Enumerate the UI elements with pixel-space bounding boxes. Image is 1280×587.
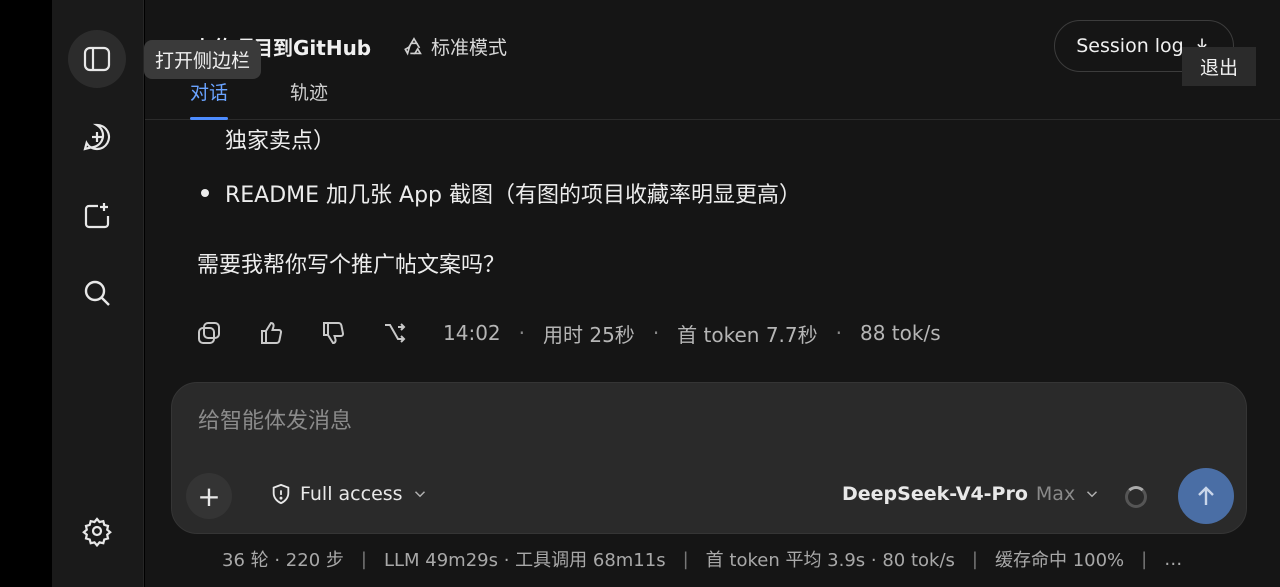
bullet-dot — [201, 189, 209, 197]
new-chat-icon — [83, 123, 111, 151]
new-chat-button[interactable] — [68, 108, 126, 166]
settings-icon — [82, 517, 112, 547]
status-bar: 36 轮 · 220 步 | LLM 49m29s · 工具调用 68m11s … — [222, 546, 1182, 572]
status-separator: | — [1141, 548, 1148, 570]
thumbs-down-icon — [323, 322, 345, 345]
status-llm: LLM 49m29s · 工具调用 68m11s — [383, 550, 666, 571]
meta-separator: · — [835, 321, 842, 345]
copy-button[interactable] — [195, 319, 223, 347]
arrow-up-icon — [1198, 486, 1214, 505]
left-edge — [0, 0, 52, 587]
status-separator: | — [360, 548, 367, 570]
chevron-down-icon — [1087, 491, 1098, 498]
session-log-label: Session log — [1076, 35, 1184, 57]
tab-conversation[interactable]: 对话 — [190, 78, 229, 120]
search-button[interactable] — [68, 264, 126, 322]
first-token-time: 首 token 7.7秒 — [677, 322, 818, 347]
sidebar-tooltip: 打开侧边栏 — [144, 40, 262, 79]
mode-label: 标准模式 — [431, 37, 508, 59]
model-selector[interactable]: DeepSeek-V4-Pro Max — [842, 483, 1101, 505]
message-actions: 14:02 · 用时 25秒 · 首 token 7.7秒 · 88 tok/s — [195, 317, 941, 349]
send-button[interactable] — [1178, 468, 1234, 524]
status-separator: | — [971, 548, 978, 570]
meta-separator: · — [652, 321, 660, 345]
message-duration: 用时 25秒 — [543, 322, 635, 347]
search-icon — [84, 280, 110, 306]
model-name: DeepSeek-V4-Pro — [842, 483, 1028, 505]
sidebar — [52, 0, 144, 587]
plus-icon: + — [197, 479, 221, 513]
header: 上传项目到GitHub 标准模式 对话 轨迹 Session log — [145, 0, 1280, 120]
status-turns: 36 轮 · 220 步 — [222, 550, 344, 571]
mode-selector[interactable]: 标准模式 — [403, 33, 507, 60]
model-effort: Max — [1035, 483, 1076, 505]
status-more[interactable]: … — [1164, 549, 1182, 570]
thumbs-up-button[interactable] — [257, 319, 285, 347]
thumbs-up-icon — [261, 321, 283, 344]
loading-spinner-icon — [1125, 486, 1147, 508]
chevron-down-icon — [414, 491, 425, 498]
main-panel: 上传项目到GitHub 标准模式 对话 轨迹 Session log 退出 独家… — [145, 0, 1280, 587]
meta-separator: · — [518, 321, 525, 345]
sidebar-toggle-button[interactable] — [68, 30, 126, 88]
message-closing: 需要我帮你写个推广帖文案吗？ — [197, 253, 506, 278]
composer: + Full access DeepSeek-V4-Pro Max — [171, 382, 1247, 534]
sidebar-toggle-icon — [83, 46, 111, 72]
status-token-avg: 首 token 平均 3.9s · 80 tok/s — [705, 550, 955, 571]
settings-button[interactable] — [68, 502, 126, 560]
message-input[interactable] — [198, 409, 1198, 434]
recycle-icon — [404, 36, 422, 56]
tab-trajectory[interactable]: 轨迹 — [290, 78, 328, 105]
new-project-button[interactable] — [68, 187, 126, 245]
exit-button[interactable]: 退出 — [1182, 47, 1257, 86]
add-folder-icon — [84, 203, 110, 229]
bullet-text: README 加几张 App 截图（有图的项目收藏率明显更高） — [225, 183, 802, 208]
copy-icon — [198, 322, 220, 344]
message-partial-line: 独家卖点） — [225, 129, 336, 154]
branch-button[interactable] — [381, 319, 409, 347]
attach-button[interactable]: + — [186, 473, 232, 519]
branch-icon — [385, 323, 406, 343]
list-item: README 加几张 App 截图（有图的项目收藏率明显更高） — [201, 177, 801, 209]
shield-icon — [272, 483, 290, 505]
token-speed: 88 tok/s — [859, 321, 941, 345]
status-separator: | — [682, 548, 689, 570]
thumbs-down-button[interactable] — [319, 319, 347, 347]
access-label: Full access — [300, 483, 403, 505]
status-cache: 缓存命中 100% — [994, 550, 1125, 571]
message-time: 14:02 — [443, 321, 501, 345]
access-selector[interactable]: Full access — [270, 483, 429, 505]
